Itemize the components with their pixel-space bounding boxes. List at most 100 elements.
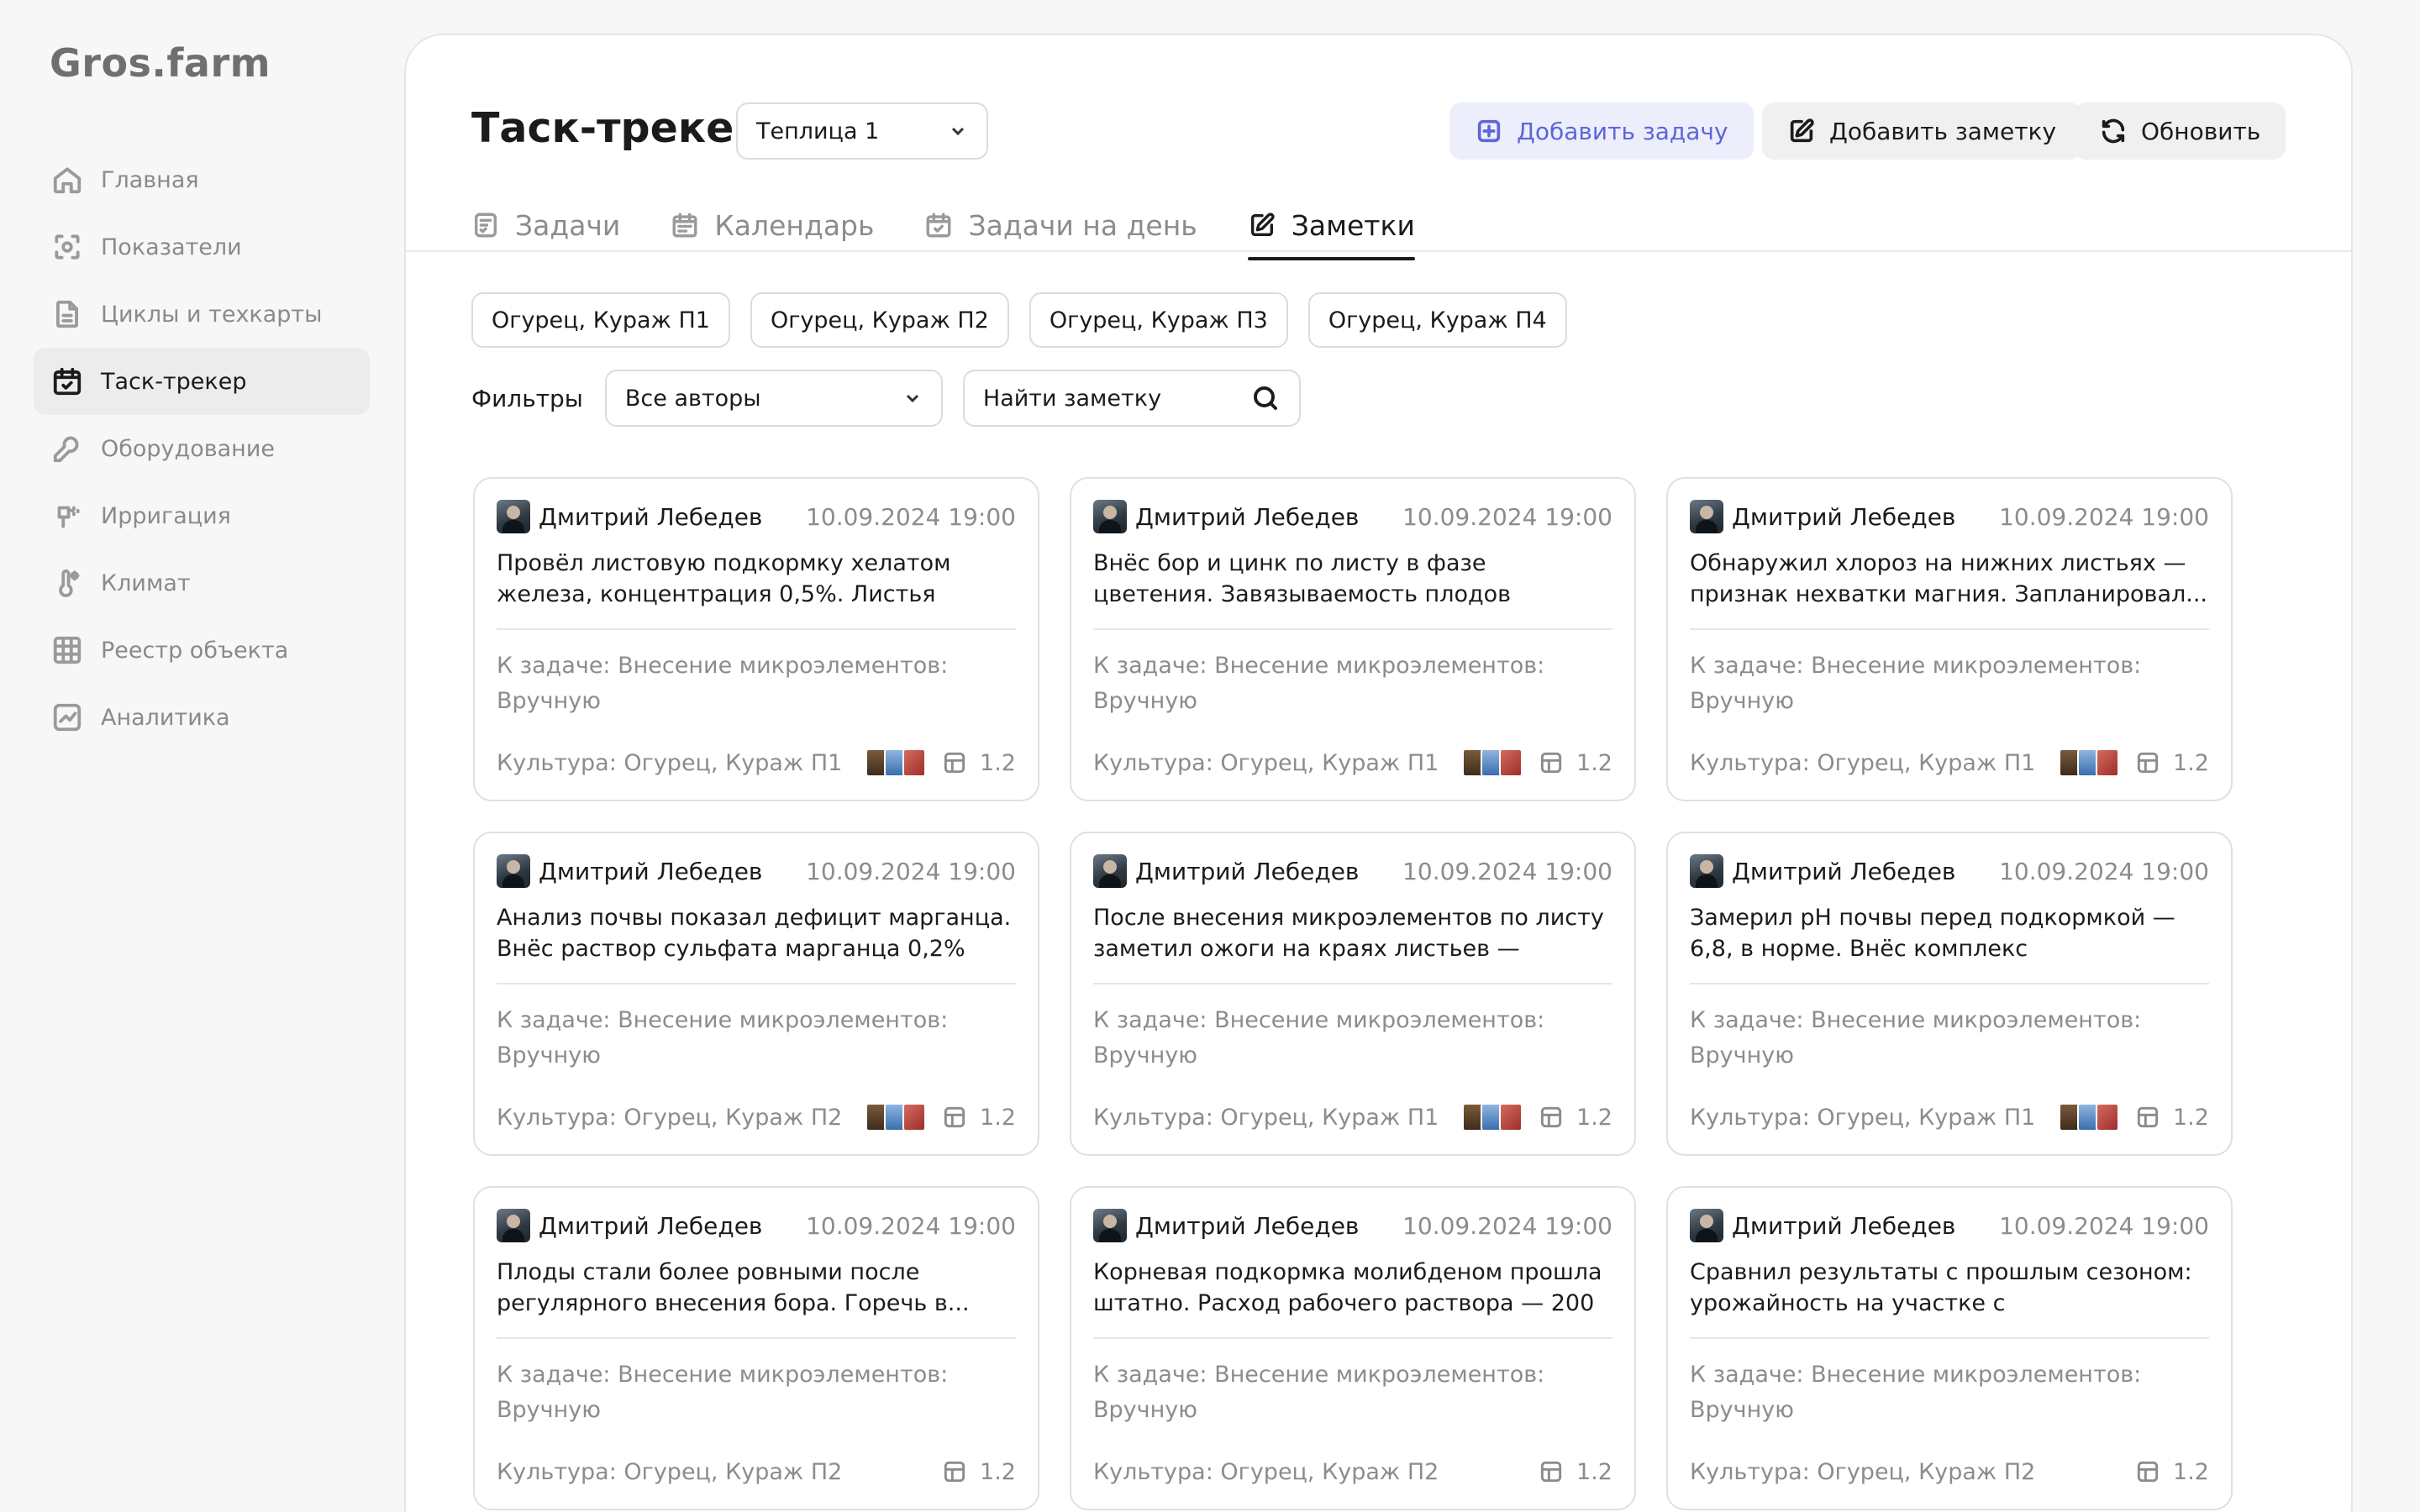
- note-card[interactable]: Дмитрий Лебедев 10.09.2024 19:00 Провёл …: [473, 477, 1039, 801]
- note-divider: [1690, 1337, 2209, 1339]
- note-version: 1.2: [941, 1458, 1016, 1485]
- note-text: Провёл листовую подкормку хелатом железа…: [497, 550, 951, 607]
- note-footer: Культура: Огурец, Кураж П2 1.2: [1690, 1455, 2209, 1488]
- search-icon[interactable]: [1250, 383, 1281, 413]
- note-divider: [1093, 628, 1612, 630]
- tab-label: Заметки: [1291, 208, 1415, 242]
- note-divider: [497, 628, 1016, 630]
- note-version-value: 1.2: [980, 749, 1016, 776]
- app-logo[interactable]: Gros.farm: [50, 40, 271, 86]
- note-culture: Культура: Огурец, Кураж П1: [1093, 1104, 1439, 1131]
- photo-thumbnails[interactable]: [1462, 1103, 1523, 1131]
- culture-chip[interactable]: Огурец, Кураж П1: [471, 292, 730, 348]
- note-card[interactable]: Дмитрий Лебедев 10.09.2024 19:00 Внёс бо…: [1070, 477, 1636, 801]
- note-text: Внёс бор и цинк по листу в фазе цветения…: [1093, 550, 1512, 607]
- note-card[interactable]: Дмитрий Лебедев 10.09.2024 19:00 Обнаруж…: [1666, 477, 2233, 801]
- sidebar-item-indicators[interactable]: Показатели: [34, 213, 370, 281]
- note-version-value: 1.2: [2173, 749, 2209, 776]
- avatar: [1690, 500, 1723, 533]
- note-author: Дмитрий Лебедев: [1732, 502, 1956, 531]
- sidebar-item-equipment[interactable]: Оборудование: [34, 415, 370, 482]
- note-card[interactable]: Дмитрий Лебедев 10.09.2024 19:00 Сравнил…: [1666, 1186, 2233, 1510]
- culture-chip[interactable]: Огурец, Кураж П4: [1307, 292, 1567, 348]
- note-task: К задаче: Внесение микроэлементов: Вручн…: [1093, 1003, 1612, 1074]
- edit-icon: [1787, 117, 1816, 145]
- note-card[interactable]: Дмитрий Лебедев 10.09.2024 19:00 Анализ …: [473, 832, 1039, 1156]
- tab-tasks-for-day[interactable]: Задачи на день: [924, 195, 1197, 255]
- note-date: 10.09.2024 19:00: [1402, 502, 1612, 531]
- note-card[interactable]: Дмитрий Лебедев 10.09.2024 19:00 После в…: [1070, 832, 1636, 1156]
- sidebar-item-irrigation[interactable]: Ирригация: [34, 482, 370, 549]
- photo-thumbnails[interactable]: [865, 748, 927, 777]
- note-task-prefix: К задаче:: [1690, 1007, 1804, 1033]
- culture-chip[interactable]: Огурец, Кураж П2: [750, 292, 1009, 348]
- sidebar-item-cycles[interactable]: Циклы и техкарты: [34, 281, 370, 348]
- sidebar-item-task-tracker[interactable]: Таск-трекер: [34, 348, 370, 415]
- note-footer: Культура: Огурец, Кураж П1 1.2: [1093, 1100, 1612, 1134]
- note-culture: Культура: Огурец, Кураж П1: [1690, 1104, 2036, 1131]
- tab-label: Задачи на день: [968, 208, 1197, 242]
- author-select[interactable]: Все авторы: [604, 370, 943, 427]
- note-footer: Культура: Огурец, Кураж П1 1.2: [497, 746, 1016, 780]
- sidebar-item-label: Реестр объекта: [101, 637, 289, 664]
- add-task-button[interactable]: Добавить задачу: [1449, 102, 1754, 160]
- sidebar-item-label: Климат: [101, 570, 191, 596]
- sidebar-item-registry[interactable]: Реестр объекта: [34, 617, 370, 684]
- photo-thumbnail: [2096, 748, 2120, 777]
- note-header: Дмитрий Лебедев 10.09.2024 19:00: [1690, 852, 2209, 890]
- note-card[interactable]: Дмитрий Лебедев 10.09.2024 19:00 Корнева…: [1070, 1186, 1636, 1510]
- tab-notes[interactable]: Заметки: [1247, 195, 1416, 260]
- sidebar-item-home[interactable]: Главная: [34, 146, 370, 213]
- thermometer-icon: [50, 566, 84, 600]
- photo-thumbnails[interactable]: [865, 1103, 927, 1131]
- note-culture: Культура: Огурец, Кураж П2: [497, 1104, 843, 1131]
- greenhouse-select-value: Теплица 1: [756, 118, 880, 144]
- photo-thumbnails[interactable]: [2059, 1103, 2120, 1131]
- note-header: Дмитрий Лебедев 10.09.2024 19:00: [1690, 497, 2209, 536]
- note-date: 10.09.2024 19:00: [1402, 857, 1612, 885]
- culture-chip[interactable]: Огурец, Кураж П3: [1028, 292, 1288, 348]
- sidebar-item-analytics[interactable]: Аналитика: [34, 684, 370, 751]
- note-culture: Культура: Огурец, Кураж П1: [1093, 749, 1439, 776]
- refresh-button[interactable]: Обновить: [2074, 102, 2286, 160]
- note-date: 10.09.2024 19:00: [806, 502, 1016, 531]
- photo-thumbnails[interactable]: [2059, 748, 2120, 777]
- layout-icon: [941, 1104, 968, 1131]
- note-search[interactable]: [962, 370, 1301, 427]
- sidebar-item-label: Оборудование: [101, 435, 275, 462]
- sidebar-item-label: Таск-трекер: [101, 368, 247, 395]
- sidebar-item-climate[interactable]: Климат: [34, 549, 370, 617]
- note-card[interactable]: Дмитрий Лебедев 10.09.2024 19:00 Замерил…: [1666, 832, 2233, 1156]
- refresh-label: Обновить: [2141, 117, 2261, 145]
- note-author: Дмитрий Лебедев: [539, 857, 763, 885]
- tab-tasks[interactable]: Задачи: [471, 195, 620, 255]
- note-author: Дмитрий Лебедев: [1135, 502, 1360, 531]
- note-text: Замерил pH почвы перед подкормкой — 6,8,…: [1690, 905, 2175, 962]
- greenhouse-select[interactable]: Теплица 1: [736, 102, 988, 160]
- note-card[interactable]: Дмитрий Лебедев 10.09.2024 19:00 Плоды с…: [473, 1186, 1039, 1510]
- grid-icon: [50, 633, 84, 667]
- note-divider: [1690, 983, 2209, 984]
- avatar: [1093, 854, 1127, 888]
- sidebar-item-label: Главная: [101, 166, 199, 193]
- note-footer: Культура: Огурец, Кураж П2 1.2: [497, 1100, 1016, 1134]
- note-header: Дмитрий Лебедев 10.09.2024 19:00: [497, 497, 1016, 536]
- layout-icon: [1538, 1458, 1565, 1485]
- photo-thumbnails[interactable]: [1462, 748, 1523, 777]
- layout-icon: [2134, 749, 2161, 776]
- note-task: К задаче: Внесение микроэлементов: Вручн…: [497, 1003, 1016, 1074]
- tab-label: Задачи: [515, 208, 621, 242]
- tab-bar: Задачи Календарь Задачи на день Заметки: [471, 195, 1465, 284]
- note-text: Анализ почвы показал дефицит марганца. В…: [497, 905, 1012, 962]
- note-version-value: 1.2: [980, 1458, 1016, 1485]
- note-task-prefix: К задаче:: [497, 1362, 611, 1388]
- note-header: Дмитрий Лебедев 10.09.2024 19:00: [1093, 1206, 1612, 1245]
- avatar: [1690, 1209, 1723, 1242]
- note-text: Плоды стали более ровными после регулярн…: [497, 1259, 970, 1316]
- note-date: 10.09.2024 19:00: [806, 857, 1016, 885]
- add-note-button[interactable]: Добавить заметку: [1762, 102, 2082, 160]
- sidebar-item-label: Циклы и техкарты: [101, 301, 323, 328]
- tab-calendar[interactable]: Календарь: [671, 195, 874, 255]
- search-input[interactable]: [982, 385, 1244, 412]
- note-task: К задаче: Внесение микроэлементов: Вручн…: [1093, 648, 1612, 719]
